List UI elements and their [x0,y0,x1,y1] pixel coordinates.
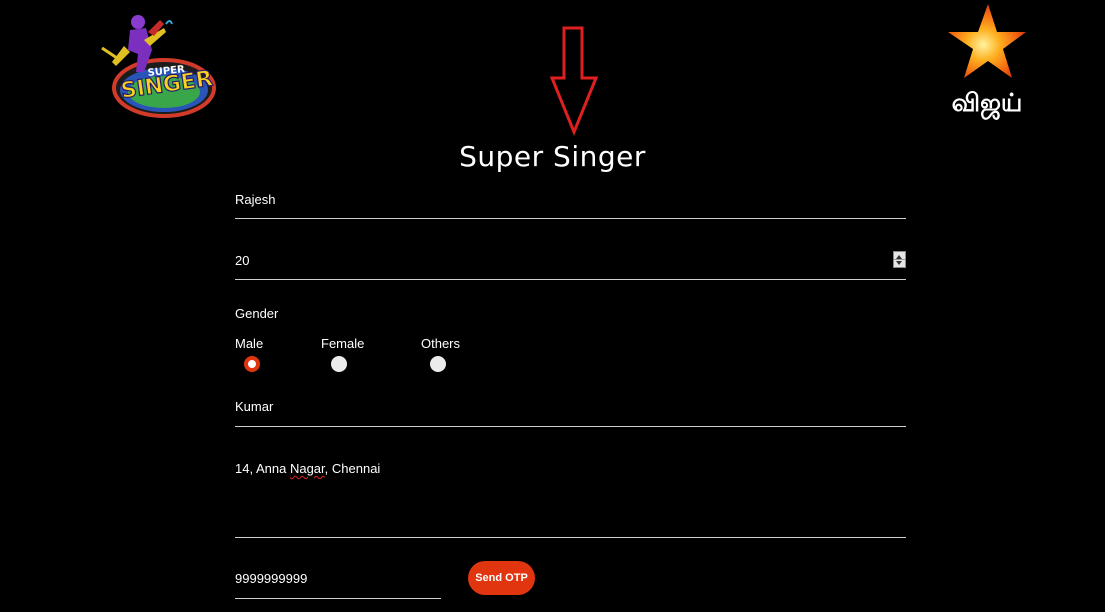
page-title: Super Singer [459,140,646,173]
age-field[interactable]: 20 [235,242,906,280]
registration-page: SUPER SINGER விஜய் Super Singer Rajesh 2… [0,0,1105,612]
star-vijay-logo: விஜய் [936,2,1036,126]
phone-value: 9999999999 [235,571,308,586]
vijay-brand-text: விஜய் [951,88,1023,117]
address-field[interactable]: 14, Anna Nagar, Chennai [235,452,906,538]
address-part-2-misspelled: Nagar [289,461,325,476]
gender-female-radio[interactable] [331,356,347,372]
address-part-3: , Chennai [324,461,381,476]
age-value: 20 [235,253,250,268]
phone-field[interactable]: 9999999999 [235,560,441,599]
gender-option-male[interactable]: Male [235,336,264,372]
down-arrow-annotation [548,26,600,136]
stepper-divider [894,259,905,260]
send-otp-button[interactable]: Send OTP [468,561,535,595]
stepper-down-icon[interactable] [896,261,902,265]
father-name-field[interactable]: Kumar [235,388,906,427]
gender-male-radio[interactable] [244,356,260,372]
gender-label: Gender [235,306,279,321]
gender-male-label: Male [235,336,264,351]
super-singer-logo: SUPER SINGER [94,10,226,122]
name-field[interactable]: Rajesh [235,180,906,219]
gender-others-radio[interactable] [430,356,446,372]
address-part-1: 14, Anna [235,461,290,476]
age-stepper[interactable] [893,251,906,268]
father-name-value: Kumar [235,399,274,414]
address-value: 14, Anna Nagar, Chennai [235,461,380,476]
gender-option-female[interactable]: Female [321,336,365,372]
gender-option-others[interactable]: Others [421,336,461,372]
name-value: Rajesh [235,192,276,207]
gender-female-label: Female [321,336,365,351]
gender-others-label: Others [421,336,461,351]
